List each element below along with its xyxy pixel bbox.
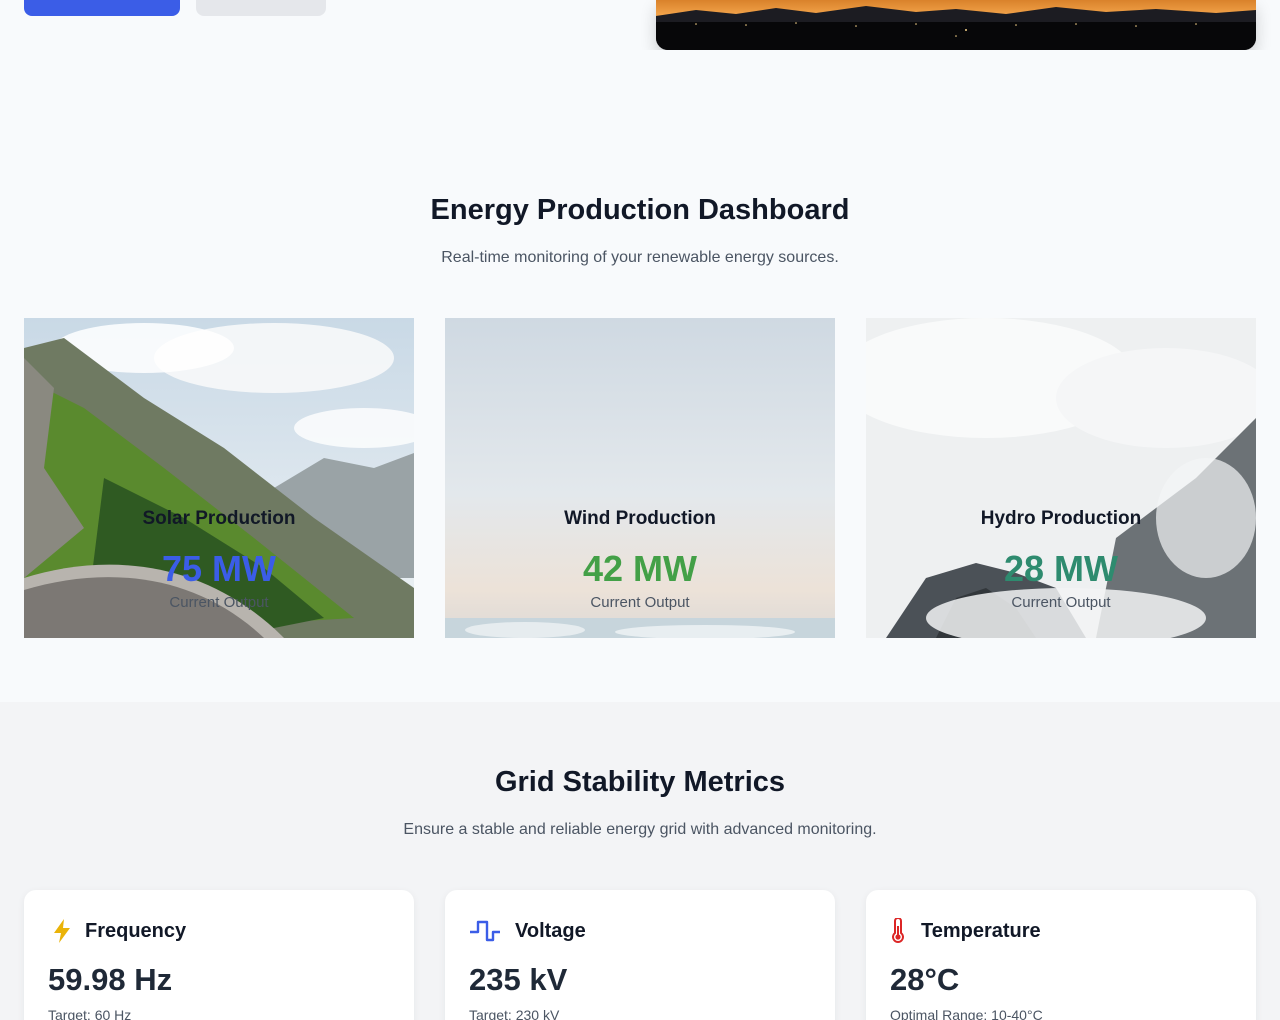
solar-value: 75 MW — [161, 548, 276, 589]
temperature-header: Temperature — [890, 916, 1041, 946]
wind-title: Wind Production — [564, 508, 716, 529]
secondary-button[interactable] — [196, 0, 326, 16]
voltage-value: 235 kV — [469, 962, 568, 997]
wind-label: Current Output — [590, 594, 690, 611]
thermometer-icon — [890, 917, 906, 945]
frequency-value: 59.98 Hz — [48, 962, 173, 997]
voltage-target: Target: 230 kV — [469, 1007, 560, 1020]
temperature-card[interactable]: Temperature 28°C Optimal Range: 10-40°C — [866, 890, 1256, 1020]
hero-image — [656, 0, 1256, 50]
voltage-card[interactable]: Voltage 235 kV Target: 230 kV — [445, 890, 835, 1020]
wind-value: 42 MW — [582, 548, 697, 589]
hydro-title: Hydro Production — [980, 508, 1142, 529]
dashboard-title: Energy Production Dashboard — [430, 194, 850, 226]
frequency-header: Frequency — [48, 916, 186, 946]
grid-stability-section: Grid Stability Metrics Ensure a stable a… — [0, 702, 1280, 1020]
dashboard-subtitle: Real-time monitoring of your renewable e… — [441, 249, 839, 266]
solar-production-card[interactable]: Solar Production 75 MW Current Output — [24, 318, 414, 638]
frequency-target: Target: 60 Hz — [48, 1007, 132, 1020]
grid-subtitle: Ensure a stable and reliable energy grid… — [403, 821, 877, 838]
hazy-sky-image — [445, 318, 835, 638]
hydro-label: Current Output — [1011, 594, 1111, 611]
temperature-target: Optimal Range: 10-40°C — [890, 1007, 1043, 1020]
frequency-card[interactable]: Frequency 59.98 Hz Target: 60 Hz — [24, 890, 414, 1020]
voltage-label: Voltage — [515, 919, 586, 942]
hydro-production-card[interactable]: Hydro Production 28 MW Current Output — [866, 318, 1256, 638]
frequency-label: Frequency — [85, 919, 187, 942]
energy-dashboard-section: Energy Production Dashboard Real-time mo… — [0, 50, 1280, 702]
primary-button[interactable] — [24, 0, 180, 16]
grid-title: Grid Stability Metrics — [494, 766, 786, 798]
solar-label: Current Output — [169, 594, 269, 611]
temperature-value: 28°C — [890, 962, 960, 997]
mountain-road-image — [24, 318, 414, 638]
hydro-value: 28 MW — [1003, 548, 1118, 589]
misty-mountain-image — [866, 318, 1256, 638]
temperature-label: Temperature — [921, 919, 1041, 942]
hero-fragment — [0, 0, 1280, 50]
waveform-icon — [469, 917, 501, 945]
lightning-icon — [48, 917, 76, 945]
voltage-header: Voltage — [469, 916, 586, 946]
wind-production-card[interactable]: Wind Production 42 MW Current Output — [445, 318, 835, 638]
solar-title: Solar Production — [142, 508, 296, 529]
